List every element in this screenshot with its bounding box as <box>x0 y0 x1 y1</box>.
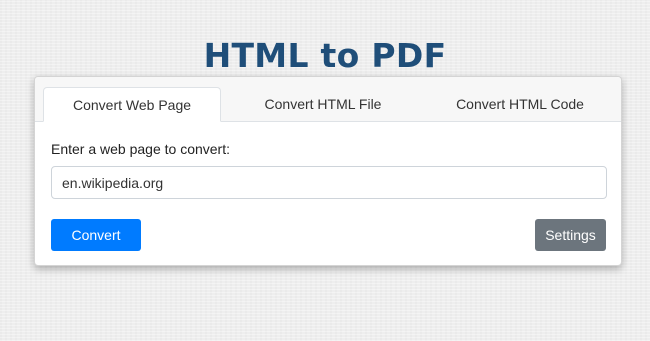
convert-button[interactable]: Convert <box>51 219 141 251</box>
tab-convert-html-code[interactable]: Convert HTML Code <box>425 87 615 122</box>
tab-convert-web-page[interactable]: Convert Web Page <box>43 87 221 122</box>
tab-bar: Convert Web Page Convert HTML File Conve… <box>35 77 621 122</box>
url-field-label: Enter a web page to convert: <box>51 141 230 157</box>
converter-card: Convert Web Page Convert HTML File Conve… <box>34 76 622 266</box>
url-input[interactable] <box>51 166 607 199</box>
settings-button[interactable]: Settings <box>535 219 606 251</box>
tab-convert-html-file[interactable]: Convert HTML File <box>221 87 425 122</box>
page-title: HTML to PDF <box>203 36 447 76</box>
